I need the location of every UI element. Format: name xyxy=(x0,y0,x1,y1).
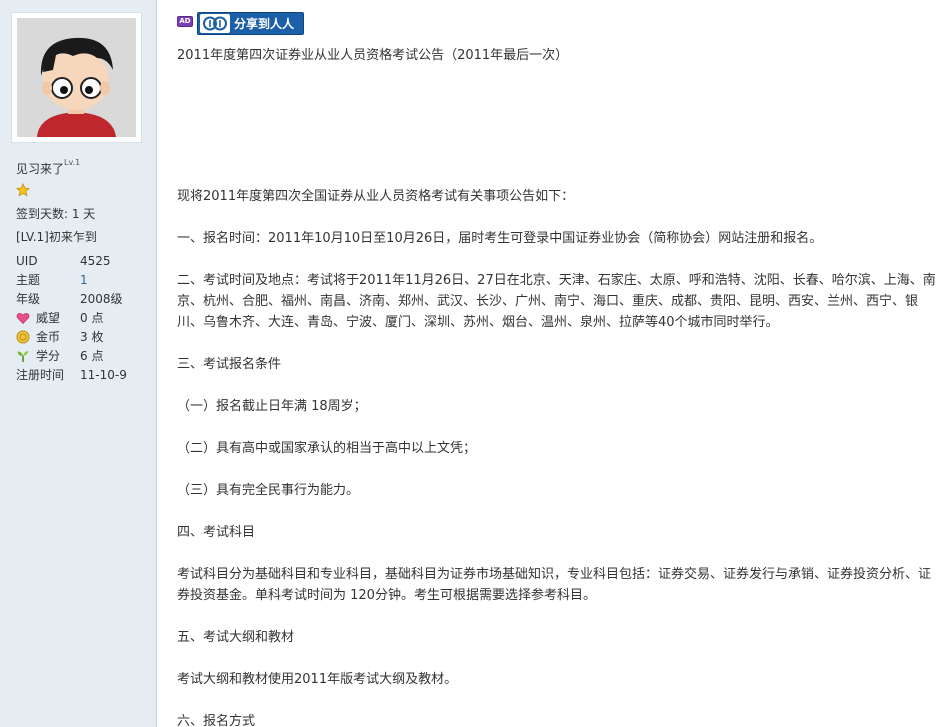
stat-coins: 金币 3 枚 xyxy=(16,327,146,346)
coin-icon xyxy=(16,330,30,343)
signin-days: 签到天数: 1 天 xyxy=(16,207,96,221)
stat-label: 金币 xyxy=(36,330,61,344)
post-paragraph: （一）报名截止日年满 18周岁； xyxy=(177,399,367,414)
post-paragraph: 三、考试报名条件 xyxy=(177,357,282,372)
stat-value: 0 点 xyxy=(80,311,104,325)
post-paragraph: 五、考试大纲和教材 xyxy=(177,630,295,645)
level-title: [LV.1]初来乍到 xyxy=(16,230,97,244)
stat-value: 2008级 xyxy=(80,292,123,306)
star-icon xyxy=(16,183,30,197)
stat-label: UID xyxy=(16,253,38,268)
post-paragraph: （三）具有完全民事行为能力。 xyxy=(177,483,360,498)
username[interactable]: 见习来了Lv.1 xyxy=(16,158,81,177)
stat-register-date: 注册时间 11-10-9 xyxy=(16,365,146,384)
post-paragraph: 考试大纲和教材使用2011年版考试大纲及教材。 xyxy=(177,672,458,687)
ad-badge[interactable]: AD xyxy=(177,16,193,27)
post-body: 现将2011年度第四次全国证券从业人员资格考试有关事项公告如下： 一、报名时间：… xyxy=(177,186,942,727)
stat-topics: 主题 1 xyxy=(16,270,146,289)
username-text[interactable]: 见习来了 xyxy=(16,162,64,176)
stat-value: 11-10-9 xyxy=(80,367,127,382)
stat-label: 学分 xyxy=(36,349,61,363)
share-renren-button[interactable]: 分享到人人 xyxy=(197,12,304,35)
share-label: 分享到人人 xyxy=(234,17,295,31)
stat-credits: 学分 6 点 xyxy=(16,346,146,365)
stat-label: 注册时间 xyxy=(16,368,65,382)
sprout-icon xyxy=(17,350,29,362)
avatar-image xyxy=(17,18,136,137)
post-paragraph: 现将2011年度第四次全国证券从业人员资格考试有关事项公告如下： xyxy=(177,189,575,204)
post-title: 2011年度第四次证券业从业人员资格考试公告（2011年最后一次） xyxy=(177,48,569,63)
stat-value: 6 点 xyxy=(80,349,104,363)
post-paragraph: 六、报名方式 xyxy=(177,714,256,727)
heart-icon xyxy=(16,312,30,324)
renren-logo-icon xyxy=(200,14,230,33)
user-sidebar: 见习来了Lv.1 签到天数: 1 天 [LV.1]初来乍到 UID 4525 主… xyxy=(0,0,157,727)
stat-label: 年级 xyxy=(16,292,41,306)
stat-prestige: 威望 0 点 xyxy=(16,308,146,327)
post-paragraph: 考试科目分为基础科目和专业科目，基础科目为证券市场基础知识，专业科目包括：证券交… xyxy=(177,567,932,603)
stat-topics-link[interactable]: 1 xyxy=(80,273,88,287)
stat-value: 3 枚 xyxy=(80,330,104,344)
post-paragraph: （二）具有高中或国家承认的相当于高中以上文凭； xyxy=(177,441,477,456)
stat-uid: UID 4525 xyxy=(16,251,146,270)
stat-grade: 年级 2008级 xyxy=(16,289,146,308)
level-badge: Lv.1 xyxy=(64,158,81,167)
stat-label: 威望 xyxy=(36,311,61,325)
post-paragraph: 二、考试时间及地点：考试将于2011年11月26日、27日在北京、天津、石家庄、… xyxy=(177,273,936,330)
stat-value: 4525 xyxy=(80,253,111,268)
avatar[interactable] xyxy=(11,12,142,143)
post-paragraph: 四、考试科目 xyxy=(177,525,256,540)
post-paragraph: 一、报名时间：2011年10月10日至10月26日，届时考生可登录中国证券业协会… xyxy=(177,231,823,246)
post-content-area: AD 分享到人人 2011年度第四次证券业从业人员资格考试公告（2011年最后一… xyxy=(158,0,948,727)
user-stats: UID 4525 主题 1 年级 2008级 威望 0 点 金币 3 枚 学分 … xyxy=(16,251,146,384)
stat-label: 主题 xyxy=(16,273,41,287)
